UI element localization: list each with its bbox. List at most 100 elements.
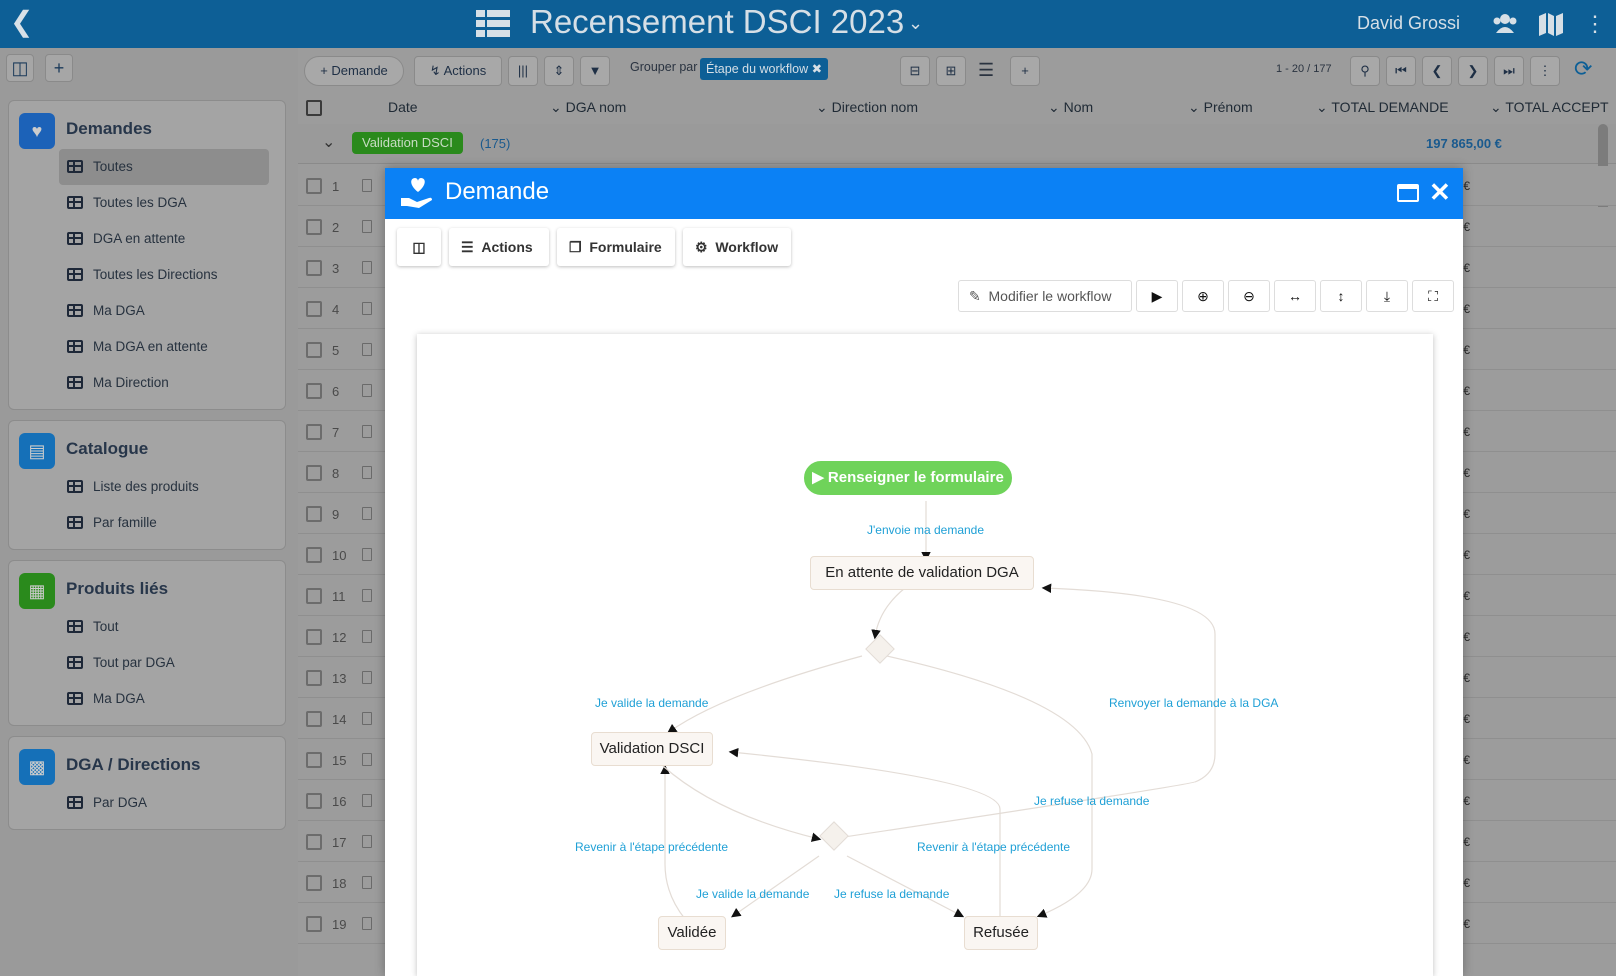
- play-icon[interactable]: ▶: [1136, 280, 1178, 312]
- next-page-icon[interactable]: ❯: [1458, 56, 1488, 86]
- column-date[interactable]: Date: [388, 99, 418, 115]
- row-checkbox[interactable]: [306, 547, 322, 563]
- row-checkbox[interactable]: [306, 424, 322, 440]
- row-checkbox[interactable]: [306, 219, 322, 235]
- first-page-icon[interactable]: ⏮: [1386, 56, 1416, 86]
- row-checkbox[interactable]: [306, 793, 322, 809]
- group-by-tag[interactable]: Étape du workflow ✖: [700, 58, 829, 80]
- more-options-icon[interactable]: ⋮: [1530, 56, 1560, 86]
- row-checkbox[interactable]: [306, 178, 322, 194]
- refresh-icon[interactable]: ⟳: [1574, 56, 1592, 82]
- more-vertical-icon[interactable]: ⋮: [1584, 11, 1606, 37]
- row-checkbox[interactable]: [306, 711, 322, 727]
- column-prenom[interactable]: ⌄ Prénom: [1188, 99, 1253, 116]
- row-checkbox[interactable]: [306, 875, 322, 891]
- group-row[interactable]: ⌄ Validation DSCI (175) 197 865,00 €: [298, 124, 1616, 164]
- list-icon[interactable]: ☰: [978, 60, 994, 81]
- document-icon[interactable]: [362, 917, 372, 930]
- filter-icon[interactable]: ▼: [580, 56, 610, 86]
- sidebar-item-ma-dga-en-attente[interactable]: Ma DGA en attente: [59, 329, 269, 365]
- tab-formulaire[interactable]: ❐ Formulaire: [557, 228, 675, 266]
- search-icon[interactable]: ⚲: [1350, 56, 1380, 86]
- document-icon[interactable]: [362, 179, 372, 192]
- workflow-node-validee[interactable]: Validée: [658, 916, 726, 950]
- column-total-demande[interactable]: ⌄ TOTAL DEMANDE: [1316, 99, 1449, 116]
- layout-toggle-icon[interactable]: ◫: [397, 228, 441, 266]
- document-icon[interactable]: [362, 671, 372, 684]
- document-icon[interactable]: [362, 261, 372, 274]
- sidebar-item-ma-dga-produits[interactable]: Ma DGA: [59, 681, 269, 717]
- zoom-out-icon[interactable]: ⊖: [1228, 280, 1270, 312]
- fit-height-icon[interactable]: ↕: [1320, 280, 1362, 312]
- document-icon[interactable]: [362, 630, 372, 643]
- app-title[interactable]: Recensement DSCI 2023: [530, 3, 904, 41]
- row-checkbox[interactable]: [306, 916, 322, 932]
- document-icon[interactable]: [362, 384, 372, 397]
- column-total-accept[interactable]: ⌄ TOTAL ACCEPT: [1490, 99, 1609, 116]
- grid-view-icon[interactable]: [476, 10, 510, 38]
- fullscreen-icon[interactable]: ⛶: [1412, 280, 1454, 312]
- sidebar-item-dga-en-attente[interactable]: DGA en attente: [59, 221, 269, 257]
- maximize-icon[interactable]: [1397, 184, 1419, 202]
- document-icon[interactable]: [362, 753, 372, 766]
- sidebar-item-ma-direction[interactable]: Ma Direction: [59, 365, 269, 401]
- sidebar-item-par-dga[interactable]: Par DGA: [59, 785, 269, 821]
- sidebar-item-ma-dga[interactable]: Ma DGA: [59, 293, 269, 329]
- document-icon[interactable]: [362, 425, 372, 438]
- fit-width-icon[interactable]: ↔: [1274, 280, 1316, 312]
- row-checkbox[interactable]: [306, 834, 322, 850]
- row-checkbox[interactable]: [306, 465, 322, 481]
- row-checkbox[interactable]: [306, 506, 322, 522]
- document-icon[interactable]: [362, 548, 372, 561]
- row-checkbox[interactable]: [306, 752, 322, 768]
- actions-button[interactable]: ↯ Actions: [414, 56, 502, 86]
- add-demande-button[interactable]: + Demande: [304, 56, 404, 86]
- document-icon[interactable]: [362, 466, 372, 479]
- document-icon[interactable]: [362, 302, 372, 315]
- row-checkbox[interactable]: [306, 383, 322, 399]
- workflow-node-validation-dsci[interactable]: Validation DSCI: [591, 732, 713, 766]
- columns-icon[interactable]: |||: [508, 56, 538, 86]
- download-icon[interactable]: ⤓: [1366, 280, 1408, 312]
- workflow-start-node[interactable]: ▶ Renseigner le formulaire: [804, 461, 1012, 495]
- panel-layout-icon[interactable]: ◫: [6, 54, 34, 82]
- tab-workflow[interactable]: ⚙ Workflow: [683, 228, 791, 266]
- column-direction-nom[interactable]: ⌄ Direction nom: [816, 99, 918, 116]
- document-icon[interactable]: [362, 220, 372, 233]
- sidebar-item-par-famille[interactable]: Par famille: [59, 505, 269, 541]
- row-checkbox[interactable]: [306, 629, 322, 645]
- add-icon[interactable]: +: [45, 54, 73, 82]
- sidebar-item-toutes-les-directions[interactable]: Toutes les Directions: [59, 257, 269, 293]
- close-icon[interactable]: ✖: [812, 62, 822, 76]
- document-icon[interactable]: [362, 589, 372, 602]
- document-icon[interactable]: [362, 507, 372, 520]
- close-icon[interactable]: ✕: [1429, 177, 1451, 208]
- select-all-checkbox[interactable]: [306, 100, 322, 116]
- sidebar-item-toutes[interactable]: Toutes: [59, 149, 269, 185]
- chevron-down-icon[interactable]: ⌄: [908, 13, 923, 34]
- expand-all-icon[interactable]: ⊞: [936, 56, 966, 86]
- tab-actions[interactable]: ☰ Actions: [449, 228, 549, 266]
- document-icon[interactable]: [362, 835, 372, 848]
- prev-page-icon[interactable]: ❮: [1422, 56, 1452, 86]
- document-icon[interactable]: [362, 712, 372, 725]
- row-checkbox[interactable]: [306, 670, 322, 686]
- sort-icon[interactable]: ⇕: [544, 56, 574, 86]
- workflow-node-attente-dga[interactable]: En attente de validation DGA: [810, 556, 1034, 590]
- zoom-in-icon[interactable]: ⊕: [1182, 280, 1224, 312]
- sidebar-item-tout[interactable]: Tout: [59, 609, 269, 645]
- sidebar-item-tout-par-dga[interactable]: Tout par DGA: [59, 645, 269, 681]
- last-page-icon[interactable]: ⏭: [1494, 56, 1524, 86]
- row-checkbox[interactable]: [306, 301, 322, 317]
- column-dga-nom[interactable]: ⌄ DGA nom: [550, 99, 626, 116]
- back-arrow-icon[interactable]: ❮: [10, 8, 33, 36]
- document-icon[interactable]: [362, 794, 372, 807]
- add-row-icon[interactable]: +: [1010, 56, 1040, 86]
- document-icon[interactable]: [362, 876, 372, 889]
- workflow-node-refusee[interactable]: Refusée: [964, 916, 1038, 950]
- workflow-canvas[interactable]: ▶ Renseigner le formulaire En attente de…: [417, 334, 1433, 976]
- users-icon[interactable]: [1492, 11, 1518, 37]
- row-checkbox[interactable]: [306, 342, 322, 358]
- sidebar-item-toutes-les-dga[interactable]: Toutes les DGA: [59, 185, 269, 221]
- collapse-all-icon[interactable]: ⊟: [900, 56, 930, 86]
